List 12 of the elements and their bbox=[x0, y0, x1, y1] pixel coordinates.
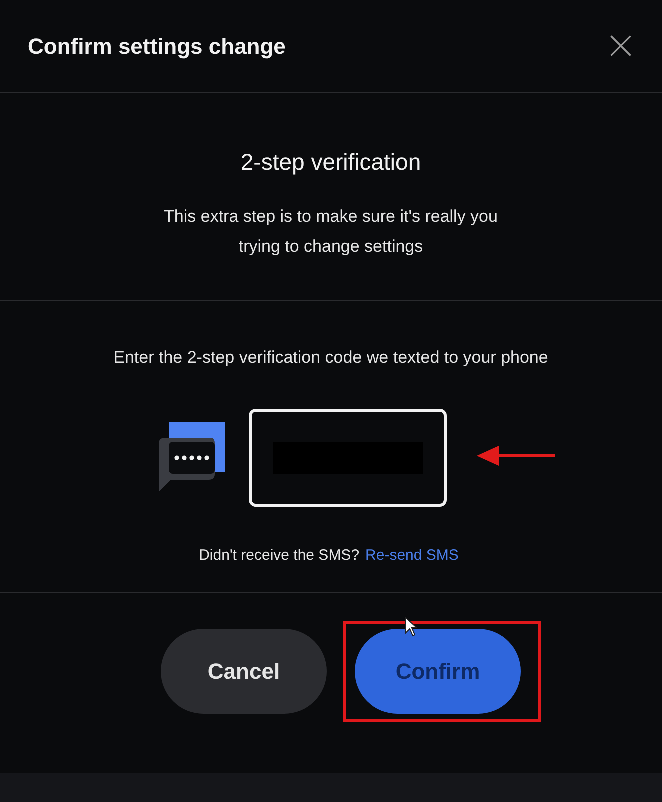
resend-question: Didn't receive the SMS? bbox=[199, 546, 360, 566]
message-icon bbox=[159, 422, 227, 494]
dialog-title: Confirm settings change bbox=[28, 32, 286, 61]
cancel-button[interactable]: Cancel bbox=[161, 629, 327, 714]
confirm-button[interactable]: Confirm bbox=[355, 629, 521, 714]
resend-link[interactable]: Re-send SMS bbox=[366, 544, 459, 567]
close-icon[interactable] bbox=[608, 33, 634, 59]
prompt-text: Enter the 2-step verification code we texted to your phone bbox=[114, 347, 548, 369]
intro-text: This extra step is to make sure it's really you trying to change settings bbox=[163, 206, 499, 258]
section-heading: 2-step verification bbox=[240, 148, 422, 177]
cursor-icon bbox=[405, 617, 419, 637]
code-field[interactable] bbox=[249, 408, 447, 506]
